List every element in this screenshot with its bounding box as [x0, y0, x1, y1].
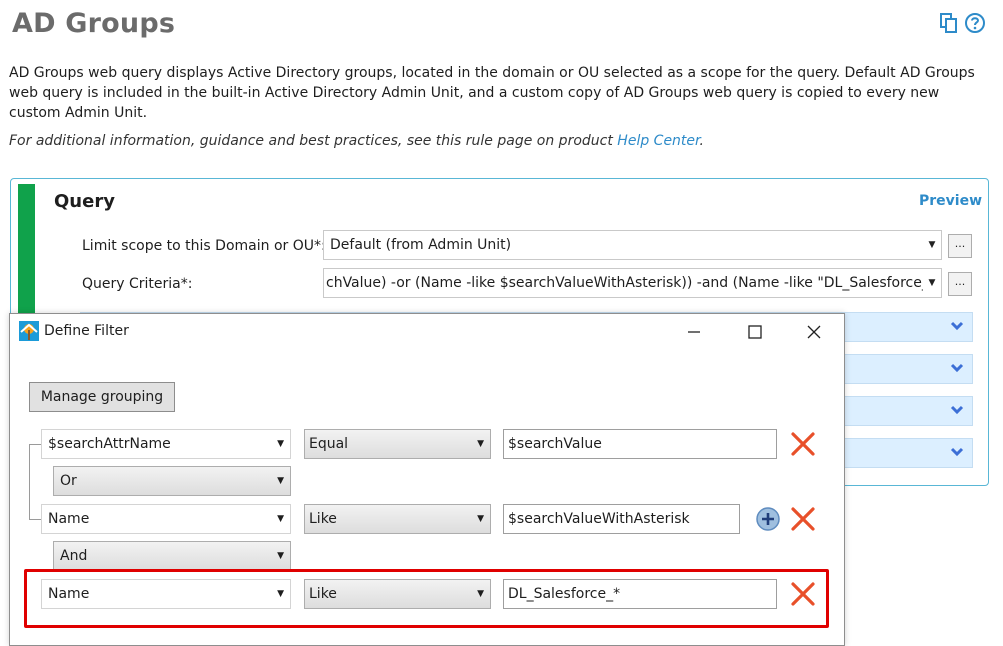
- scope-label: Limit scope to this Domain or OU*:: [82, 238, 326, 254]
- value-input[interactable]: $searchValueWithAsterisk: [503, 504, 740, 534]
- connector-select[interactable]: Or ▼: [53, 466, 291, 496]
- add-condition-icon[interactable]: [755, 506, 781, 532]
- help-line: For additional information, guidance and…: [9, 133, 704, 149]
- maximize-icon[interactable]: [743, 320, 767, 344]
- close-icon[interactable]: [802, 320, 826, 344]
- chevron-down-icon: [950, 321, 964, 331]
- minimize-icon[interactable]: [682, 320, 706, 344]
- tree-connector-line: [29, 519, 41, 520]
- scope-select[interactable]: Default (from Admin Unit): [323, 230, 942, 260]
- app-icon: [19, 321, 39, 341]
- query-status-bar: [18, 184, 35, 324]
- page-description: AD Groups web query displays Active Dire…: [9, 65, 975, 121]
- copy-icon[interactable]: [938, 12, 960, 34]
- chevron-down-icon: [950, 447, 964, 457]
- value-input[interactable]: $searchValue: [503, 429, 777, 459]
- chevron-down-icon: ▼: [477, 439, 484, 449]
- chevron-down-icon: ▼: [277, 551, 284, 561]
- help-icon[interactable]: [964, 12, 986, 34]
- page-title: AD Groups: [12, 8, 176, 39]
- attribute-select[interactable]: Name ▼: [41, 504, 291, 534]
- scope-browse-button[interactable]: ...: [948, 234, 972, 258]
- chevron-down-icon: ▼: [277, 514, 284, 524]
- chevron-down-icon: ▼: [277, 476, 284, 486]
- remove-condition-icon[interactable]: [790, 506, 816, 532]
- query-title: Query: [54, 191, 115, 212]
- attribute-select[interactable]: $searchAttrName ▼: [41, 429, 291, 459]
- criteria-field[interactable]: chValue) -or (Name -like $searchValueWit…: [323, 268, 942, 298]
- criteria-dropdown-arrow[interactable]: ▼: [923, 269, 941, 297]
- help-end: .: [699, 133, 704, 149]
- criteria-label: Query Criteria*:: [82, 276, 193, 292]
- chevron-down-icon: ▼: [477, 514, 484, 524]
- highlight-annotation: [24, 569, 829, 628]
- remove-condition-icon[interactable]: [790, 431, 816, 457]
- help-text: For additional information, guidance and…: [9, 133, 618, 149]
- criteria-value: chValue) -or (Name -like $searchValueWit…: [326, 275, 942, 291]
- criteria-browse-button[interactable]: ...: [948, 272, 972, 296]
- chevron-down-icon: ▼: [277, 439, 284, 449]
- manage-grouping-button[interactable]: Manage grouping: [29, 382, 175, 412]
- operator-select[interactable]: Equal ▼: [304, 429, 491, 459]
- help-center-link[interactable]: Help Center: [617, 133, 699, 149]
- connector-select[interactable]: And ▼: [53, 541, 291, 571]
- scope-dropdown-arrow[interactable]: ▼: [923, 231, 941, 259]
- chevron-down-icon: [950, 363, 964, 373]
- dialog-title: Define Filter: [44, 323, 129, 339]
- tree-connector-line: [29, 444, 30, 519]
- operator-select[interactable]: Like ▼: [304, 504, 491, 534]
- tree-connector-line: [29, 444, 41, 445]
- chevron-down-icon: [950, 405, 964, 415]
- preview-link[interactable]: Preview: [919, 193, 982, 209]
- scope-value: Default (from Admin Unit): [330, 237, 512, 253]
